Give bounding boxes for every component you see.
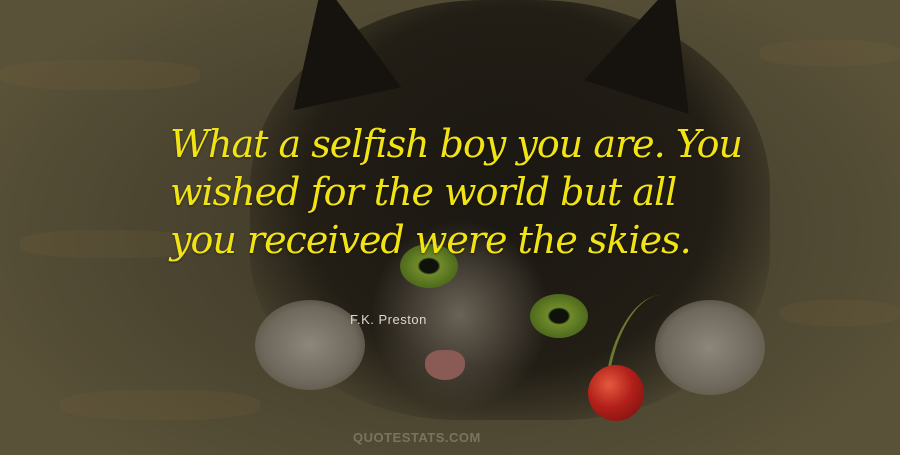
cherry bbox=[588, 365, 644, 421]
pavement-texture bbox=[0, 60, 200, 90]
quote-image: What a selfish boy you are. You wished f… bbox=[0, 0, 900, 455]
pavement-texture bbox=[780, 300, 900, 326]
quote-author: F.K. Preston bbox=[350, 312, 427, 327]
cat-nose bbox=[425, 350, 465, 380]
cat-eye-right bbox=[530, 294, 588, 338]
quote-text: What a selfish boy you are. You wished f… bbox=[170, 122, 743, 262]
cat-paw-right bbox=[655, 300, 765, 395]
site-watermark: QUOTESTATS.COM bbox=[353, 430, 481, 445]
pavement-texture bbox=[760, 40, 900, 66]
pavement-texture bbox=[60, 390, 260, 420]
cat-paw-left bbox=[255, 300, 365, 390]
